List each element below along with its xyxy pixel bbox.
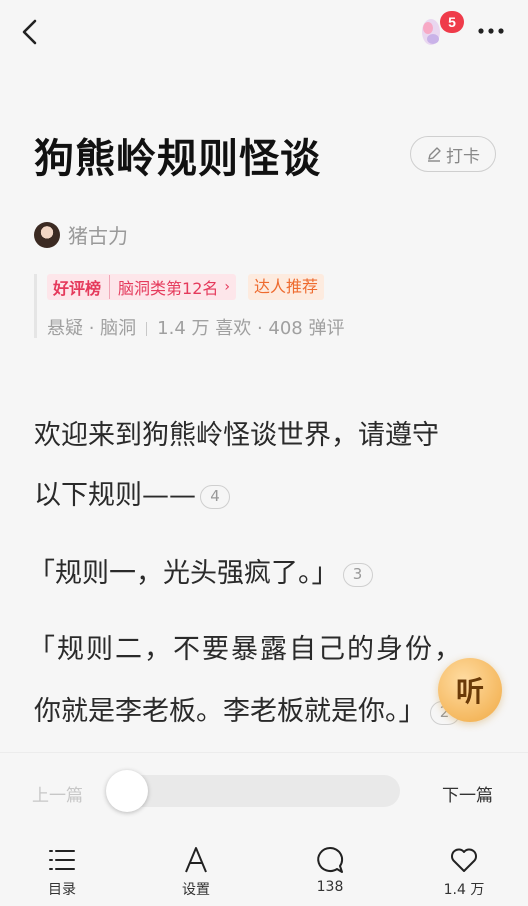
comment-icon (317, 846, 344, 873)
expert-tag: 达人推荐 (248, 274, 325, 300)
comment-count-bubble[interactable]: 4 (200, 484, 230, 509)
list-icon (49, 850, 75, 870)
author-row[interactable]: 猪古力 (34, 220, 128, 249)
tab-label: 1.4 万 (443, 882, 485, 898)
checkin-button[interactable]: 打卡 (410, 136, 496, 172)
reader-bottom-bar: 上一篇 下一篇 目录 设置 138 1.4 万 (0, 752, 528, 906)
tab-likes[interactable]: 1.4 万 (424, 845, 504, 899)
back-arrow-icon[interactable] (18, 17, 44, 47)
tab-label: 目录 (48, 882, 76, 898)
tab-comments[interactable]: 138 (290, 845, 370, 895)
next-chapter-button[interactable]: 下一篇 (442, 781, 493, 806)
paragraph: 以下规则—— 4 (34, 466, 230, 526)
paragraph-text: 以下规则—— (34, 480, 196, 511)
notification-badge: 5 (440, 11, 464, 33)
book-stats: 悬疑 · 脑洞 1.4 万 喜欢 · 408 弹评 (47, 314, 344, 340)
paragraph: 「规则二，不要暴露自己的身份， (28, 620, 463, 680)
tab-catalog[interactable]: 目录 (22, 845, 102, 899)
paragraph: 「规则一，光头强疯了。」 3 (28, 544, 373, 604)
divider (146, 322, 148, 336)
heart-icon (451, 848, 477, 872)
rank-tag-text: 脑洞类第12名 (118, 279, 219, 298)
checkin-label: 打卡 (446, 146, 480, 167)
progress-slider-track[interactable] (108, 775, 400, 807)
book-title: 狗熊岭规则怪谈 (34, 136, 321, 182)
tab-label: 设置 (182, 882, 210, 898)
listen-button[interactable]: 听 (438, 658, 502, 722)
more-icon[interactable] (476, 22, 506, 40)
progress-slider-knob[interactable] (106, 770, 148, 812)
likes-text: 1.4 万 喜欢 · 408 弹评 (157, 318, 345, 339)
tab-settings[interactable]: 设置 (156, 845, 236, 899)
comment-count-bubble[interactable]: 3 (342, 562, 373, 587)
tab-label: 138 (316, 879, 344, 895)
paragraph-text: 你就是李老板。李老板就是你。」 (34, 696, 426, 727)
rank-tag[interactable]: 好评榜 脑洞类第12名 › (47, 274, 236, 300)
avatar[interactable] (34, 221, 60, 248)
top-bar: 5 (0, 0, 528, 66)
paragraph-text: 欢迎来到狗熊岭怪谈世界，请遵守 (34, 420, 439, 451)
paragraph-text: 「规则一，光头强疯了。」 (28, 558, 339, 589)
chevron-right-icon: › (224, 279, 230, 295)
paragraph-text: 「规则二，不要暴露自己的身份， (28, 634, 463, 665)
pen-icon (428, 147, 441, 162)
paragraph: 欢迎来到狗熊岭怪谈世界，请遵守 (34, 406, 439, 466)
font-icon (185, 847, 207, 873)
author-name[interactable]: 猪古力 (68, 220, 128, 249)
prev-chapter-button[interactable]: 上一篇 (32, 781, 83, 806)
genre-text: 悬疑 · 脑洞 (47, 318, 137, 339)
rank-tag-lead: 好评榜 (53, 275, 111, 299)
book-meta: 好评榜 脑洞类第12名 › 达人推荐 悬疑 · 脑洞 1.4 万 喜欢 · 408… (34, 274, 344, 340)
paragraph: 你就是李老板。李老板就是你。」 2 (34, 682, 460, 742)
